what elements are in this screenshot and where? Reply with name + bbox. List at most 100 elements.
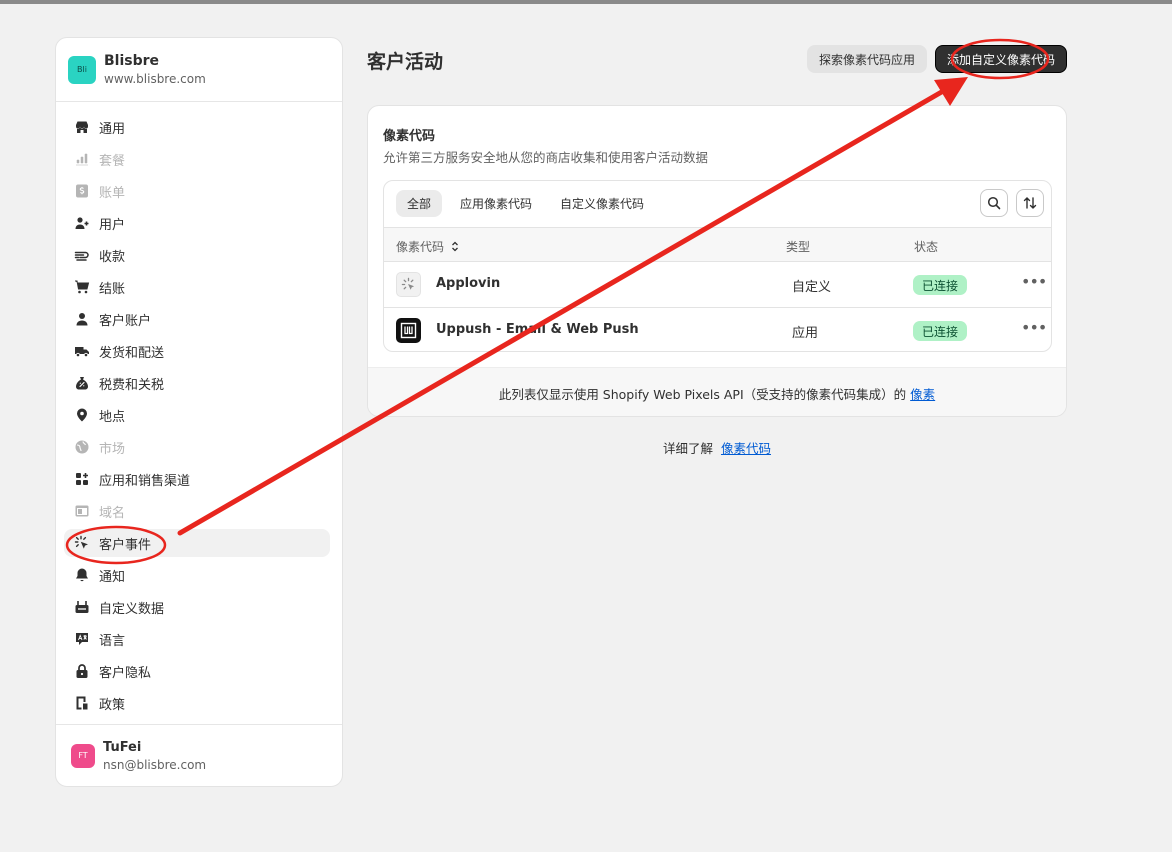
sidebar-item-label: 政策 [99, 697, 126, 713]
column-header-name[interactable]: 像素代码 [396, 238, 459, 255]
tab-app-pixels[interactable]: 应用像素代码 [449, 190, 543, 217]
sidebar-item-6[interactable]: 客户账户 [64, 305, 330, 333]
payment-icon [74, 247, 90, 263]
more-actions-icon[interactable]: ••• [1021, 318, 1047, 337]
sidebar-item-label: 套餐 [99, 153, 126, 169]
column-header-type: 类型 [786, 240, 811, 254]
card-description: 允许第三方服务安全地从您的商店收集和使用客户活动数据 [383, 150, 709, 165]
search-button[interactable] [980, 189, 1008, 217]
avatar: FT [71, 743, 95, 768]
tab-custom-pixels[interactable]: 自定义像素代码 [549, 190, 655, 217]
pixel-name: Applovin [436, 276, 501, 291]
dollar-icon [74, 183, 90, 199]
status-badge: 已连接 [913, 275, 968, 295]
pixels-link[interactable]: 像素 [910, 384, 935, 403]
pixels-card: 像素代码 允许第三方服务安全地从您的商店收集和使用客户活动数据 全部 应用像素代… [367, 105, 1067, 417]
store-name: Blisbre [104, 53, 160, 69]
store-url: www.blisbre.com [104, 72, 206, 86]
api-note: 此列表仅显示使用 Shopify Web Pixels API（受支持的像素代码… [368, 367, 1066, 416]
settings-sidebar: Bli Blisbre www.blisbre.com 通用套餐账单用户收款结账… [55, 37, 343, 787]
add-custom-pixel-button[interactable]: 添加自定义像素代码 [935, 45, 1067, 73]
pixel-cursor-icon [396, 272, 421, 297]
money-bag-icon [74, 375, 90, 391]
chart-icon [74, 151, 90, 167]
sidebar-item-10: 市场 [64, 433, 330, 461]
sidebar-item-15[interactable]: 自定义数据 [64, 593, 330, 621]
store-icon [74, 119, 90, 135]
sidebar-item-label: 税费和关税 [99, 377, 165, 393]
store-logo: Bli [68, 55, 96, 84]
sort-chevron-icon [451, 241, 458, 252]
sidebar-item-11[interactable]: 应用和销售渠道 [64, 465, 330, 493]
domain-icon [74, 503, 90, 519]
policy-icon [74, 695, 90, 711]
explore-pixel-apps-button[interactable]: 探索像素代码应用 [807, 45, 927, 73]
learn-more: 详细了解 像素代码 [367, 438, 1067, 457]
sidebar-item-2: 账单 [64, 177, 330, 205]
sidebar-item-label: 客户事件 [99, 537, 152, 553]
sidebar-item-5[interactable]: 结账 [64, 273, 330, 301]
pixel-type: 应用 [792, 326, 819, 341]
sidebar-item-1: 套餐 [64, 145, 330, 173]
sidebar-item-16[interactable]: 语言 [64, 625, 330, 653]
sidebar-item-label: 账单 [99, 185, 126, 201]
sidebar-item-label: 市场 [99, 441, 126, 457]
annotation-arrow-head [934, 77, 968, 106]
sidebar-item-3[interactable]: 用户 [64, 209, 330, 237]
table-row[interactable]: Applovin 自定义 已连接 ••• [384, 262, 1051, 307]
sidebar-item-label: 发货和配送 [99, 345, 165, 361]
truck-icon [74, 343, 90, 359]
user-profile[interactable]: FT TuFei nsn@blisbre.com [56, 724, 342, 786]
sidebar-item-8[interactable]: 税费和关税 [64, 369, 330, 397]
person-icon [74, 311, 90, 327]
api-note-text: 此列表仅显示使用 Shopify Web Pixels API（受支持的像素代码… [498, 386, 907, 402]
database-icon [74, 599, 90, 615]
translate-icon [74, 631, 90, 647]
sidebar-item-label: 用户 [99, 217, 126, 233]
sidebar-item-0[interactable]: 通用 [64, 113, 330, 141]
learn-more-link[interactable]: 像素代码 [721, 441, 771, 456]
sidebar-item-label: 自定义数据 [99, 601, 165, 617]
window-top-bar [0, 0, 1172, 4]
sidebar-item-17[interactable]: 客户隐私 [64, 657, 330, 685]
cart-icon [74, 279, 90, 295]
apps-icon [74, 471, 90, 487]
sidebar-item-label: 通知 [99, 569, 126, 585]
uppush-logo-icon [396, 318, 421, 343]
sidebar-item-label: 客户账户 [99, 313, 152, 329]
sidebar-item-label: 地点 [99, 409, 126, 425]
page-title: 客户活动 [367, 51, 444, 73]
sort-button[interactable] [1016, 189, 1044, 217]
sidebar-item-13[interactable]: 客户事件 [64, 529, 330, 557]
sidebar-item-18[interactable]: 政策 [64, 689, 330, 717]
sidebar-item-4[interactable]: 收款 [64, 241, 330, 269]
user-name: TuFei [103, 739, 142, 755]
sidebar-item-7[interactable]: 发货和配送 [64, 337, 330, 365]
sidebar-item-label: 结账 [99, 281, 126, 297]
status-badge: 已连接 [913, 321, 968, 341]
sidebar-item-12: 域名 [64, 497, 330, 525]
column-header-status: 状态 [914, 240, 939, 254]
bell-icon [74, 567, 90, 583]
sidebar-item-label: 收款 [99, 249, 126, 265]
sidebar-item-9[interactable]: 地点 [64, 401, 330, 429]
user-email: nsn@blisbre.com [103, 757, 207, 772]
globe-icon [74, 439, 90, 455]
sidebar-item-label: 语言 [99, 633, 126, 649]
learn-more-text: 详细了解 [662, 441, 713, 456]
tab-all[interactable]: 全部 [396, 190, 443, 217]
filter-tabs: 全部 应用像素代码 自定义像素代码 [384, 181, 1051, 227]
table-header: 像素代码 类型 状态 [384, 227, 1051, 262]
card-title: 像素代码 [383, 129, 436, 144]
settings-menu: 通用套餐账单用户收款结账客户账户发货和配送税费和关税地点市场应用和销售渠道 域名客… [56, 102, 342, 717]
sidebar-item-label: 域名 [99, 505, 126, 521]
store-header[interactable]: Bli Blisbre www.blisbre.com [56, 38, 342, 102]
sidebar-item-label: 应用和销售渠道 [99, 473, 191, 489]
table-row[interactable]: Uppush - Email & Web Push 应用 已连接 ••• [384, 307, 1051, 351]
sort-arrows-icon [1023, 197, 1037, 209]
cursor-click-icon [74, 535, 90, 551]
more-actions-icon[interactable]: ••• [1021, 272, 1047, 291]
lock-icon [74, 663, 90, 679]
sidebar-item-14[interactable]: 通知 [64, 561, 330, 589]
sidebar-item-label: 通用 [99, 121, 126, 137]
